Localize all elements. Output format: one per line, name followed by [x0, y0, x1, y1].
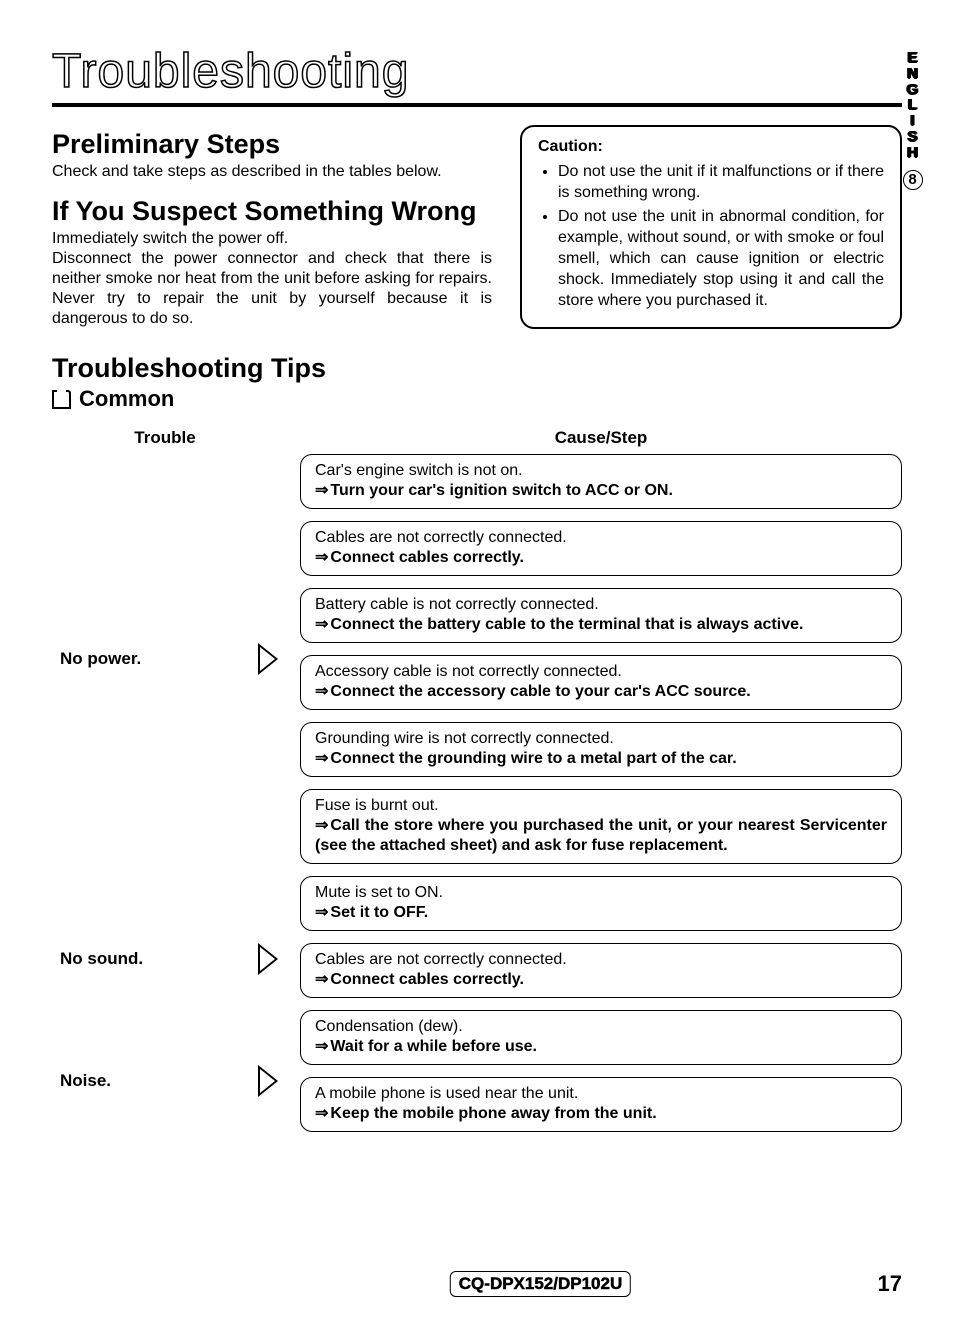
step-text: Connect the battery cable to the termina… [315, 615, 887, 635]
cause-step-box: A mobile phone is used near the unit.Kee… [300, 1077, 902, 1132]
cause-step-box: Battery cable is not correctly connected… [300, 588, 902, 643]
step-text: Connect cables correctly. [315, 548, 887, 568]
cause-step-box: Cables are not correctly connected.Conne… [300, 943, 902, 998]
step-text: Turn your car's ignition switch to ACC o… [315, 481, 887, 501]
common-heading: Common [52, 386, 902, 412]
trouble-block: Noise. [52, 1053, 278, 1108]
cause-text: Fuse is burnt out. [315, 796, 887, 816]
language-tab-label: ENGLISH [894, 50, 932, 160]
title-rule [52, 103, 902, 107]
box-icon [52, 390, 71, 409]
trouble-label: Noise. [52, 1071, 248, 1091]
cause-step-box: Mute is set to ON.Set it to OFF. [300, 876, 902, 931]
trouble-label: No power. [52, 649, 248, 669]
cause-step-box: Fuse is burnt out.Call the store where y… [300, 789, 902, 864]
preliminary-steps-body: Check and take steps as described in the… [52, 162, 492, 182]
column-header-cause: Cause/Step [300, 422, 902, 454]
cause-step-box: Accessory cable is not correctly connect… [300, 655, 902, 710]
trouble-block: No power. [52, 454, 278, 864]
cause-text: Mute is set to ON. [315, 883, 887, 903]
trouble-block: No sound. [52, 864, 278, 1053]
cause-text: Cables are not correctly connected. [315, 528, 887, 548]
caution-item: Do not use the unit if it malfunctions o… [558, 162, 884, 204]
caution-list: Do not use the unit if it malfunctions o… [538, 162, 884, 312]
arrow-icon [258, 1065, 278, 1097]
step-text: Keep the mobile phone away from the unit… [315, 1104, 887, 1124]
cause-text: Grounding wire is not correctly connecte… [315, 729, 887, 749]
cause-text: Condensation (dew). [315, 1017, 887, 1037]
page-number: 17 [878, 1271, 902, 1297]
step-text: Connect the accessory cable to your car'… [315, 682, 887, 702]
language-tab: ENGLISH 8 [894, 50, 932, 190]
caution-item: Do not use the unit in abnormal conditio… [558, 207, 884, 311]
cause-column-body: Car's engine switch is not on.Turn your … [300, 454, 902, 1132]
preliminary-steps-heading: Preliminary Steps [52, 129, 492, 160]
cause-step-box: Grounding wire is not correctly connecte… [300, 722, 902, 777]
cause-step-box: Condensation (dew).Wait for a while befo… [300, 1010, 902, 1065]
arrow-icon [258, 943, 278, 975]
cause-text: A mobile phone is used near the unit. [315, 1084, 887, 1104]
trouble-label: No sound. [52, 949, 248, 969]
step-text: Wait for a while before use. [315, 1037, 887, 1057]
caution-heading: Caution: [538, 137, 884, 158]
model-badge: CQ-DPX152/DP102U [450, 1271, 631, 1297]
cause-text: Accessory cable is not correctly connect… [315, 662, 887, 682]
suspect-heading: If You Suspect Something Wrong [52, 196, 492, 227]
column-header-trouble: Trouble [52, 422, 278, 454]
step-text: Connect the grounding wire to a metal pa… [315, 749, 887, 769]
arrow-icon [258, 643, 278, 675]
trouble-column-body: No power. No sound. Noise. [52, 454, 278, 1108]
troubleshooting-tips-heading: Troubleshooting Tips [52, 353, 902, 384]
cause-text: Cables are not correctly connected. [315, 950, 887, 970]
cause-step-box: Cables are not correctly connected.Conne… [300, 521, 902, 576]
page-title: Troubleshooting [52, 44, 902, 99]
suspect-body: Immediately switch the power off.Disconn… [52, 229, 492, 329]
language-tab-index: 8 [903, 170, 923, 190]
cause-step-box: Car's engine switch is not on.Turn your … [300, 454, 902, 509]
cause-text: Battery cable is not correctly connected… [315, 595, 887, 615]
step-text: Call the store where you purchased the u… [315, 816, 887, 856]
cause-text: Car's engine switch is not on. [315, 461, 887, 481]
caution-box: Caution: Do not use the unit if it malfu… [520, 125, 902, 329]
common-heading-label: Common [79, 386, 174, 412]
step-text: Connect cables correctly. [315, 970, 887, 990]
step-text: Set it to OFF. [315, 903, 887, 923]
